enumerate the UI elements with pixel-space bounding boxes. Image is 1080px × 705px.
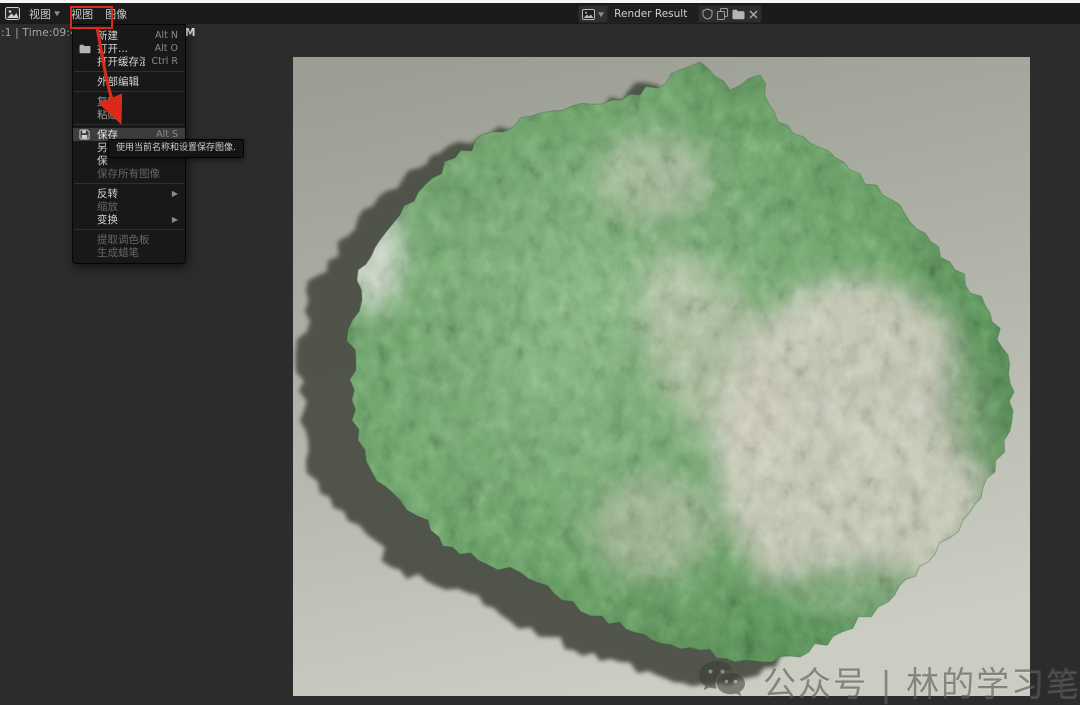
image-name-field[interactable]: Render Result <box>608 5 699 23</box>
menu-icon-spacer <box>79 96 94 107</box>
menu-item-shortcut: Ctrl R <box>151 56 178 67</box>
menu-item-shortcut: Alt N <box>155 30 178 41</box>
datablock-tools <box>699 5 762 23</box>
menu-icon-spacer <box>79 109 94 120</box>
submenu-arrow-icon: ▶ <box>172 215 178 224</box>
app-window: 视图 ▼ 视图 图像 ▼ Render Result <box>0 0 1080 696</box>
menu-icon-spacer <box>79 30 94 41</box>
menu-item-open-cached-render[interactable]: 打开缓存渲染 Ctrl R <box>73 55 185 68</box>
menu-item-generate-grease-pencil[interactable]: 生成蜡笔 <box>73 246 185 259</box>
menu-separator <box>74 71 184 72</box>
image-editor-header: 视图 ▼ 视图 图像 <box>0 3 1080 24</box>
save-tooltip: 使用当前名称和设置保存图像. <box>108 139 244 158</box>
menu-separator <box>74 124 184 125</box>
browse-image-button[interactable]: ▼ <box>578 5 608 23</box>
menu-item-label: 变换 <box>94 212 168 227</box>
menu-icon-spacer <box>79 168 94 179</box>
browse-image-icon <box>582 9 595 20</box>
menu-separator <box>74 183 184 184</box>
submenu-arrow-icon: ▶ <box>172 189 178 198</box>
menu-separator <box>74 91 184 92</box>
menu-item-shortcut: Alt O <box>155 43 178 54</box>
render-result-image <box>293 57 1030 696</box>
new-image-icon[interactable] <box>717 8 728 20</box>
menu-item-transform[interactable]: 变换 ▶ <box>73 213 185 226</box>
menu-icon-spacer <box>79 201 94 212</box>
menu-item-label: 保存所有图像 <box>94 166 178 181</box>
menu-icon-spacer <box>79 188 94 199</box>
menu-icon-spacer <box>79 56 94 67</box>
menu-image[interactable]: 图像 <box>99 3 133 24</box>
mode-dropdown[interactable]: 视图 ▼ <box>24 3 65 24</box>
menu-view-label: 视图 <box>71 6 93 22</box>
menu-item-label: 外部编辑 <box>94 74 178 89</box>
editor-type-button[interactable] <box>0 3 24 24</box>
viewport-info-mem: M <box>185 27 196 39</box>
menu-item-edit-externally[interactable]: 外部编辑 <box>73 75 185 88</box>
menu-icon-spacer <box>79 76 94 87</box>
menu-view[interactable]: 视图 <box>65 3 99 24</box>
image-datablock-selector: ▼ Render Result <box>578 6 762 22</box>
menu-separator <box>74 229 184 230</box>
chevron-down-icon: ▼ <box>598 10 604 17</box>
fake-user-shield-icon[interactable] <box>702 8 713 20</box>
menu-icon-spacer <box>79 234 94 245</box>
menu-item-label: 打开缓存渲染 <box>94 54 145 69</box>
menu-item-paste[interactable]: 粘贴 <box>73 108 185 121</box>
mode-dropdown-label: 视图 <box>29 6 51 22</box>
menu-icon-spacer <box>79 142 94 153</box>
menu-icon-spacer <box>79 155 94 166</box>
chevron-down-icon: ▼ <box>54 10 60 17</box>
menu-item-save-all-images[interactable]: 保存所有图像 <box>73 167 185 180</box>
image-editor-icon <box>5 7 20 20</box>
menu-icon-spacer <box>79 247 94 258</box>
open-folder-icon[interactable] <box>732 9 745 20</box>
unlink-x-icon[interactable] <box>749 10 758 19</box>
folder-icon <box>79 43 94 54</box>
save-icon <box>79 129 94 140</box>
menu-item-label: 生成蜡笔 <box>94 245 178 260</box>
menu-item-label: 粘贴 <box>94 107 178 122</box>
menu-icon-spacer <box>79 214 94 225</box>
menu-image-label: 图像 <box>105 6 127 22</box>
